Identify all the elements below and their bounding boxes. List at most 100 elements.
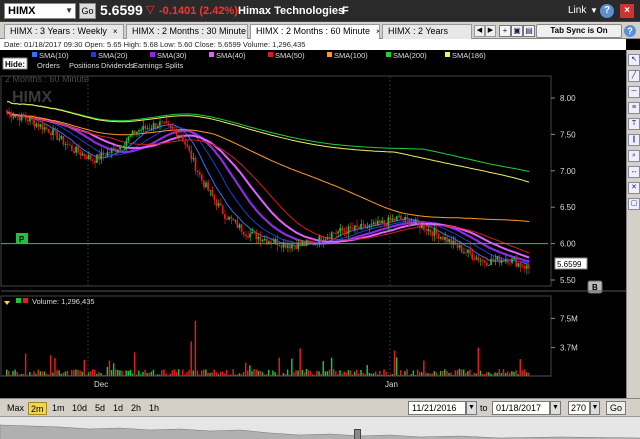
volume-bar [6, 369, 8, 376]
candle-body [217, 203, 220, 206]
volume-bar [433, 371, 436, 376]
volume-bar [485, 372, 488, 376]
candle-body [416, 219, 419, 224]
volume-bar [16, 372, 18, 376]
volume-bar [441, 371, 444, 376]
candle-body [205, 182, 207, 188]
period-1h[interactable]: 1h [147, 402, 161, 415]
candle-body [494, 259, 497, 261]
close-icon[interactable]: × [620, 4, 634, 18]
tab-3-years-weekly[interactable]: HIMX : 3 Years : Weekly × [4, 24, 124, 39]
period-1m[interactable]: 1m [50, 402, 67, 415]
candle-body [213, 195, 216, 200]
volume-bar [462, 369, 465, 376]
toolbar-hline-icon[interactable]: ─ [628, 86, 640, 98]
candle-body [8, 112, 10, 114]
volume-bar [511, 371, 513, 376]
date-from-input[interactable]: 11/21/2016 [408, 401, 466, 415]
toolbar-text-icon[interactable]: T [628, 118, 640, 130]
save-icon[interactable]: ▣ [511, 25, 523, 37]
symbol-input[interactable]: HIMX ▼ [4, 3, 76, 19]
period-max[interactable]: Max [5, 402, 26, 415]
close-icon[interactable]: × [113, 27, 118, 36]
new-tab-icon[interactable]: + [499, 25, 511, 37]
candle-body [515, 258, 518, 267]
tab-sync-button[interactable]: Tab Sync is On [536, 24, 622, 38]
tab-2-months-30-minute[interactable]: HIMX : 2 Months : 30 Minute× [126, 24, 248, 39]
link-menu[interactable]: Link [568, 5, 586, 16]
volume-bar [110, 370, 113, 376]
toolbar-pointer-icon[interactable]: ↖ [628, 54, 640, 66]
volume-bar [393, 350, 396, 376]
volume-bar [43, 371, 46, 376]
candle-body [425, 230, 427, 232]
candle-body [198, 172, 201, 175]
candle-body [247, 236, 249, 238]
volume-bar [286, 369, 289, 376]
toolbar-channel-icon[interactable]: ∥ [628, 134, 640, 146]
calendar-dropdown-icon[interactable]: ▼ [550, 401, 561, 415]
candle-body [397, 215, 400, 217]
chevron-down-icon[interactable]: ▼ [65, 4, 73, 18]
volume-bar [249, 365, 251, 376]
period-2h[interactable]: 2h [129, 402, 143, 415]
close-icon[interactable]: × [376, 27, 379, 36]
volume-bar [182, 369, 184, 376]
toolbar-erase-icon[interactable]: ✕ [628, 182, 640, 194]
candle-body [223, 214, 226, 220]
layout-icon[interactable]: ▤ [523, 25, 535, 37]
candle-body [278, 245, 281, 247]
legend-swatch [32, 52, 37, 57]
navigator-handle[interactable] [354, 429, 361, 439]
candle-body [54, 129, 56, 131]
candle-body [175, 130, 178, 137]
candle-body [77, 146, 79, 153]
chevron-right-icon[interactable]: ▶ [485, 25, 496, 37]
candle-body [435, 228, 438, 234]
calendar-dropdown-icon[interactable]: ▼ [466, 401, 477, 415]
help-icon[interactable]: ? [624, 25, 636, 37]
period-5d[interactable]: 5d [93, 402, 107, 415]
candle-body [351, 228, 354, 230]
candle-body [393, 218, 396, 221]
range-navigator[interactable] [0, 416, 640, 439]
chevron-down-icon[interactable]: ▼ [590, 6, 598, 15]
legend-swatch [445, 52, 450, 57]
chevron-down-icon[interactable]: ▼ [590, 401, 600, 415]
toolbar-zoom-icon[interactable]: ⌕ [628, 150, 640, 162]
go-button[interactable]: Go [79, 3, 96, 19]
candle-body [320, 236, 323, 243]
volume-bar [196, 370, 199, 376]
toolbar-line-icon[interactable]: ╱ [628, 70, 640, 82]
toolbar-lock-icon[interactable]: ▢ [628, 198, 640, 210]
period-2m[interactable]: 2m [28, 402, 47, 415]
volume-bar [360, 369, 362, 376]
tab-label: HIMX : 2 Months : 60 Minute [256, 26, 371, 36]
volume-bar [232, 369, 234, 376]
date-to-input[interactable]: 01/18/2017 [492, 401, 550, 415]
volume-bar [332, 369, 335, 376]
toolbar-measure-icon[interactable]: ↔ [628, 166, 640, 178]
volume-bar [353, 371, 356, 376]
candle-body [400, 215, 402, 219]
chevron-left-icon[interactable]: ◀ [474, 25, 485, 37]
apply-range-button[interactable]: Go [606, 401, 626, 415]
volume-bar [215, 372, 218, 376]
price-chart[interactable]: Hide: SMA(10) SMA(20) SMA(30) SMA(40) SMA(50… [0, 50, 626, 400]
p-marker[interactable]: P [16, 233, 28, 244]
volume-bar [316, 370, 318, 376]
tab-2-years[interactable]: HIMX : 2 Years [382, 24, 472, 39]
candle-body [356, 225, 358, 228]
period-10d[interactable]: 10d [70, 402, 89, 415]
bars-count-input[interactable]: 270 [568, 401, 590, 415]
volume-bar [297, 370, 299, 376]
help-icon[interactable]: ? [600, 4, 614, 18]
chart-window: HIMX ▼ Go 5.6599 ▽ -0.1401 (2.42%) Himax… [0, 0, 640, 439]
candle-body [179, 134, 182, 136]
volume-bar [177, 369, 180, 376]
period-1d[interactable]: 1d [111, 402, 125, 415]
candle-body [387, 217, 390, 226]
toolbar-fib-icon[interactable]: ≡ [628, 102, 640, 114]
tab-2-months-60-minute[interactable]: HIMX : 2 Months : 60 Minute × [250, 24, 380, 39]
candle-body [194, 157, 197, 171]
